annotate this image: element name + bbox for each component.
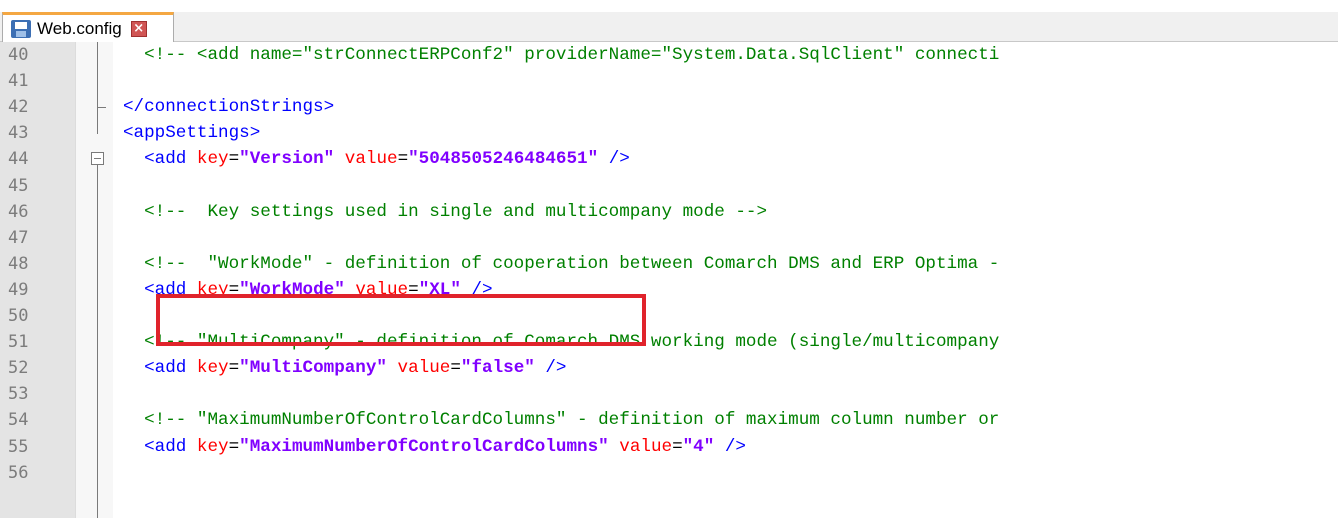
xml-tag-close: /> <box>724 436 746 457</box>
line-content: <!-- "MaximumNumberOfControlCardColumns"… <box>123 407 999 433</box>
line-content: <!-- <add name="strConnectERPConf2" prov… <box>123 42 999 68</box>
xml-comment: <!-- <add name="strConnectERPConf2" prov… <box>144 45 1000 65</box>
xml-tag-open: <add <box>144 149 187 170</box>
line-number: 41 <box>8 71 29 92</box>
line-number: 46 <box>8 201 29 222</box>
line-number: 47 <box>8 227 29 248</box>
line-number: 42 <box>8 97 29 118</box>
line-number: 56 <box>8 462 29 483</box>
attribute-value: "MaximumNumberOfControlCardColumns" <box>239 436 609 457</box>
code-line[interactable]: 47 <box>0 225 1338 251</box>
save-disk-icon <box>11 19 31 38</box>
code-line[interactable]: 53 <box>0 381 1338 407</box>
xml-tag-open: <add <box>144 436 187 457</box>
line-content: <add key="MaximumNumberOfControlCardColu… <box>123 434 746 460</box>
attribute-name: key <box>196 436 229 457</box>
line-number: 55 <box>8 436 29 457</box>
line-number: 49 <box>8 279 29 300</box>
xml-comment: <!-- "WorkMode" - definition of cooperat… <box>144 253 1000 274</box>
line-number: 44 <box>8 149 29 170</box>
xml-tag-open: <add <box>144 358 187 379</box>
line-number: 45 <box>8 175 29 196</box>
attribute-value: "Version" <box>239 149 335 170</box>
line-number: 53 <box>8 384 29 405</box>
tab-web-config[interactable]: Web.config × <box>2 12 174 42</box>
attribute-value: "4" <box>682 436 715 457</box>
line-content: <add key="MultiCompany" value="false" /> <box>123 355 567 381</box>
code-line[interactable]: 44 <add key="Version" value="50485052464… <box>0 146 1338 172</box>
attribute-name: value <box>397 358 451 379</box>
workmode-highlight-box <box>156 294 646 346</box>
line-content: </connectionStrings> <box>123 94 334 120</box>
line-number: 40 <box>8 45 29 65</box>
xml-tag: <appSettings> <box>123 123 261 144</box>
code-line[interactable]: 48 <!-- "WorkMode" - definition of coope… <box>0 251 1338 277</box>
code-line[interactable]: 45 <box>0 173 1338 199</box>
xml-tag-close: /> <box>545 358 567 379</box>
close-tab-icon[interactable]: × <box>130 20 147 37</box>
code-editor[interactable]: 40 <!-- <add name="strConnectERPConf2" p… <box>0 42 1338 518</box>
attribute-name: key <box>196 149 229 170</box>
line-number: 51 <box>8 332 29 353</box>
line-number: 48 <box>8 253 29 274</box>
attribute-value: "false" <box>460 358 535 379</box>
code-line[interactable]: 41 <box>0 68 1338 94</box>
code-line[interactable]: 54 <!-- "MaximumNumberOfControlCardColum… <box>0 407 1338 433</box>
window-top-strip <box>0 0 1338 12</box>
line-content: <!-- "WorkMode" - definition of cooperat… <box>123 251 999 277</box>
code-line[interactable]: 43 <appSettings> <box>0 120 1338 146</box>
attribute-name: key <box>196 358 229 379</box>
tab-bar: Web.config × <box>0 12 1338 42</box>
tab-title: Web.config <box>37 18 122 38</box>
code-line[interactable]: 55 <add key="MaximumNumberOfControlCardC… <box>0 434 1338 460</box>
attribute-value: "5048505246484651" <box>408 149 599 170</box>
xml-comment: <!-- Key settings used in single and mul… <box>144 201 768 222</box>
line-content: <!-- Key settings used in single and mul… <box>123 199 767 225</box>
code-line[interactable]: 52 <add key="MultiCompany" value="false"… <box>0 355 1338 381</box>
line-number: 43 <box>8 123 29 144</box>
code-line[interactable]: 46 <!-- Key settings used in single and … <box>0 199 1338 225</box>
line-content: <appSettings> <box>123 120 260 146</box>
xml-tag-close: /> <box>608 149 630 170</box>
line-number: 54 <box>8 410 29 431</box>
attribute-value: "MultiCompany" <box>239 358 387 379</box>
code-line[interactable]: 42 </connectionStrings> <box>0 94 1338 120</box>
line-number: 52 <box>8 358 29 379</box>
code-line[interactable]: 56 <box>0 460 1338 486</box>
xml-tag: </connectionStrings> <box>123 97 335 118</box>
line-number: 50 <box>8 306 29 326</box>
line-content: <add key="Version" value="50485052464846… <box>123 146 630 172</box>
attribute-name: value <box>619 436 673 457</box>
attribute-name: value <box>344 149 398 170</box>
xml-comment: <!-- "MaximumNumberOfControlCardColumns"… <box>144 410 1000 431</box>
code-line[interactable]: 40 <!-- <add name="strConnectERPConf2" p… <box>0 42 1338 68</box>
